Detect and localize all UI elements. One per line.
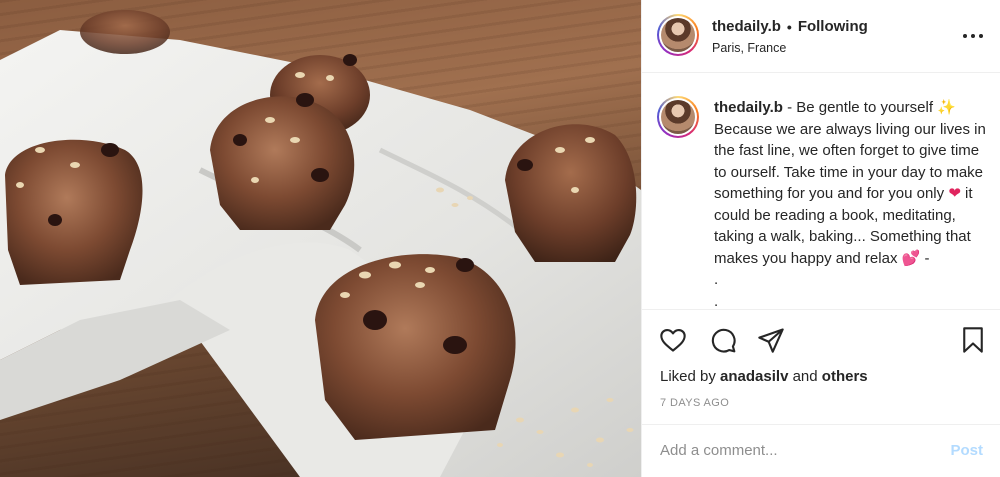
- sparkle-emoji: ✨: [937, 98, 956, 116]
- post-side-panel: thedaily.b • Following Paris, France the…: [641, 0, 1000, 477]
- comment-bar: Add a comment... Post: [642, 424, 1000, 477]
- caption-line-2: Because we are always living our lives i…: [714, 120, 986, 203]
- muffins-photo-illustration: [0, 10, 641, 477]
- username-link[interactable]: thedaily.b: [712, 18, 781, 35]
- likes-and: and: [792, 368, 818, 385]
- post-comment-button[interactable]: Post: [950, 442, 983, 459]
- red-heart-emoji: ❤: [948, 184, 961, 202]
- caption-area: thedaily.b - Be gentle to yourself ✨ Bec…: [642, 74, 1000, 310]
- caption-avatar[interactable]: [657, 96, 699, 138]
- action-bar: [642, 320, 1000, 360]
- post-header: thedaily.b • Following Paris, France: [642, 0, 1000, 73]
- caption-text: thedaily.b - Be gentle to yourself ✨ Bec…: [714, 97, 994, 310]
- likes-summary: Liked by anadasilv and others: [660, 368, 868, 385]
- separator-dot: •: [786, 18, 792, 35]
- comment-input[interactable]: Add a comment...: [660, 442, 778, 459]
- liked-by-user-link[interactable]: anadasilv: [720, 368, 788, 385]
- bookmark-icon[interactable]: [959, 326, 987, 354]
- likes-others-link[interactable]: others: [822, 368, 868, 385]
- caption-line-1: - Be gentle to yourself: [782, 99, 938, 116]
- caption-username-link[interactable]: thedaily.b: [714, 99, 783, 116]
- paper-plane-icon[interactable]: [757, 326, 785, 354]
- pink-hearts-emoji: 💕: [901, 248, 921, 267]
- caption-line-5: .: [714, 271, 719, 288]
- post-photo[interactable]: [0, 0, 641, 477]
- more-options-icon[interactable]: [963, 26, 983, 46]
- avatar[interactable]: [657, 14, 699, 56]
- heart-icon[interactable]: [659, 326, 687, 354]
- caption-line-6: .: [714, 292, 719, 310]
- caption-line-4: -: [920, 249, 930, 267]
- likes-prefix: Liked by: [660, 368, 716, 385]
- following-button[interactable]: Following: [798, 18, 868, 35]
- post-timestamp[interactable]: 7 DAYS AGO: [660, 397, 729, 409]
- comment-icon[interactable]: [709, 326, 737, 354]
- location-link[interactable]: Paris, France: [712, 41, 868, 55]
